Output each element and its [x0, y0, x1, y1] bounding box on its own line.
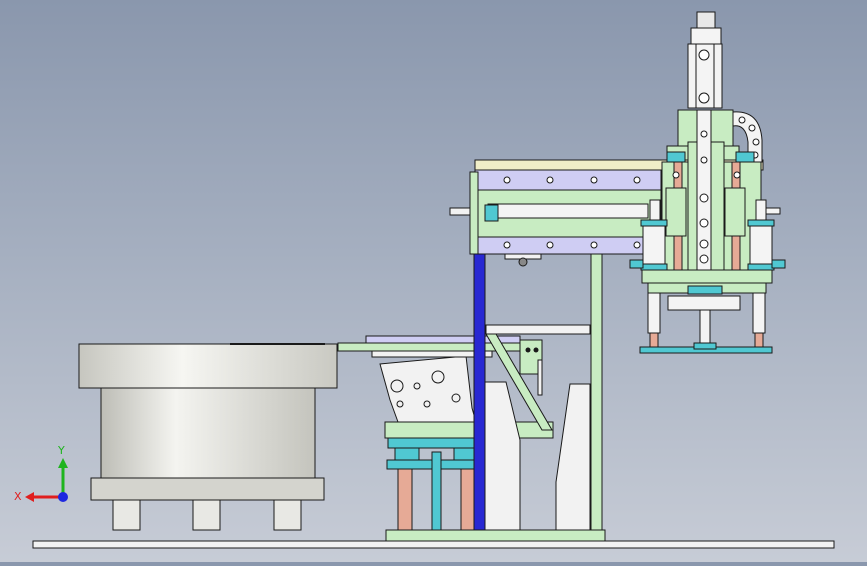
gripper-plate — [641, 269, 773, 284]
clamp-tab — [735, 151, 755, 163]
bowl-foot — [192, 499, 221, 531]
carriage-block — [724, 187, 746, 237]
machine-drawing: Y X — [14, 11, 835, 549]
feeder-rod — [460, 468, 476, 531]
crossbar — [485, 324, 591, 335]
slide-rod — [487, 203, 649, 219]
side-cylinder — [642, 219, 666, 271]
cyl-band — [640, 263, 668, 271]
slide-plate-lower — [474, 236, 662, 255]
bowl-foot — [112, 499, 141, 531]
slide-plate-upper — [474, 169, 662, 191]
suction-rod — [647, 292, 661, 334]
coordinate-triad: Y X — [14, 444, 68, 503]
bowl-foot — [273, 499, 302, 531]
suction-rod — [752, 292, 766, 334]
cyl-band — [640, 219, 668, 227]
feeder-table — [384, 421, 554, 439]
top-nut — [696, 11, 716, 29]
triad-x-label: X — [14, 490, 22, 503]
guard-plate — [483, 381, 521, 531]
feeder-top-plate — [387, 437, 489, 449]
side-cylinder — [749, 219, 773, 271]
bowl-drive-body — [100, 387, 316, 479]
cad-viewport[interactable]: Y X — [0, 0, 867, 562]
feeder-rod — [397, 468, 413, 531]
green-column — [590, 251, 603, 531]
blue-post — [473, 253, 486, 531]
guard-plate — [555, 383, 591, 531]
center-gripper — [667, 295, 741, 311]
cyl-band — [747, 263, 775, 271]
sensor-stem — [537, 359, 543, 396]
cyl-band — [747, 219, 775, 227]
vibratory-bowl-feeder — [78, 343, 338, 531]
feeder-center-post — [431, 451, 442, 531]
clamp-tab — [666, 151, 686, 163]
bowl-base-flange — [90, 477, 325, 501]
base-plate — [32, 540, 835, 549]
bowl-body — [78, 343, 338, 389]
feeder-leg — [394, 447, 420, 461]
top-cap — [690, 27, 722, 45]
center-flange — [687, 285, 723, 295]
end-stop-block — [484, 204, 499, 222]
frame-base — [385, 529, 606, 542]
carriage-block — [665, 187, 687, 237]
linear-feeder — [337, 335, 591, 531]
triad-y-label: Y — [57, 444, 65, 457]
end-bracket — [469, 171, 479, 255]
